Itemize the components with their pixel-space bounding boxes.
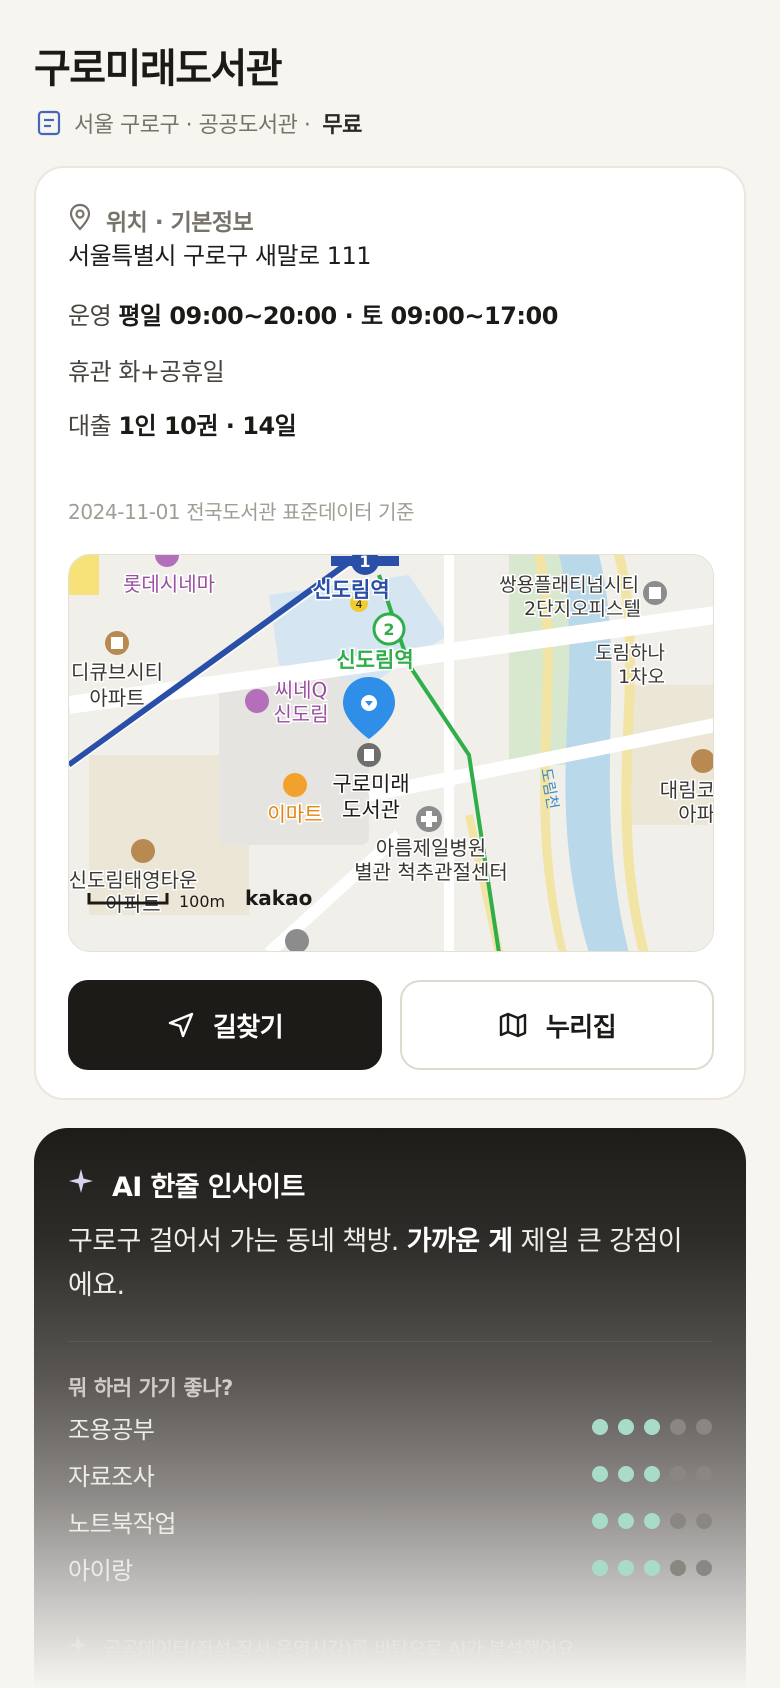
map-label-hospital-1: 아름제일병원 bbox=[376, 836, 486, 860]
rating-dot-empty bbox=[696, 1513, 712, 1529]
ai-insight-title: AI 한줄 인사이트 bbox=[112, 1171, 305, 1203]
rating-dots bbox=[592, 1513, 712, 1529]
rating-dots bbox=[592, 1466, 712, 1482]
rating-dot-filled bbox=[592, 1560, 608, 1576]
rating-dot-empty bbox=[696, 1419, 712, 1435]
library-meta: 서울 구로구 · 공공도서관 · 무료 bbox=[36, 106, 362, 140]
ai-insight-summary: 구로구 걸어서 가는 동네 책방. 가까운 게 제일 큰 강점이에요. bbox=[68, 1220, 688, 1308]
map-icon bbox=[498, 1011, 528, 1039]
ai-insight-card: AI 한줄 인사이트 구로구 걸어서 가는 동네 책방. 가까운 게 제일 큰 … bbox=[34, 1128, 746, 1688]
rating-dot-empty bbox=[670, 1560, 686, 1576]
hours-label: 운영 bbox=[68, 302, 112, 330]
rating-dot-filled bbox=[644, 1560, 660, 1576]
map-label-sindorim-station-2: 신도림역 bbox=[336, 648, 413, 672]
rating-dot-filled bbox=[592, 1466, 608, 1482]
map-scale-label: 100m bbox=[179, 892, 225, 911]
rating-dot-filled bbox=[618, 1419, 634, 1435]
map-label-daerim-2: 아파 bbox=[678, 802, 714, 826]
map-label-dcube-1: 디큐브시티 bbox=[71, 660, 163, 684]
rating-dot-filled bbox=[644, 1419, 660, 1435]
page-title: 구로미래도서관 bbox=[34, 46, 283, 92]
info-section-title: 위치 · 기본정보 bbox=[106, 210, 254, 236]
rating-row: 아이랑 bbox=[68, 1548, 712, 1588]
rating-dot-empty bbox=[670, 1466, 686, 1482]
info-card: 위치 · 기본정보 서울특별시 구로구 새말로 111 운영 평일 09:00~… bbox=[34, 166, 746, 1100]
closed-row: 휴관 화+공휴일 bbox=[68, 352, 225, 387]
map-label-sindorim-station-1: 신도림역 bbox=[312, 578, 389, 602]
map-label-ssangyong-1: 쌍용플래티넘시티 bbox=[499, 574, 639, 596]
rating-label: 조용공부 bbox=[68, 1415, 155, 1444]
ai-summary-bold: 가까운 게 bbox=[406, 1226, 513, 1257]
rating-dot-empty bbox=[670, 1419, 686, 1435]
route-button-label: 길찾기 bbox=[212, 1012, 284, 1043]
loan-value: 1인 10권 · 14일 bbox=[118, 412, 297, 440]
map-label-dcube-2: 아파트 bbox=[89, 686, 144, 710]
hours-value: 평일 09:00~20:00 · 토 09:00~17:00 bbox=[118, 302, 558, 330]
data-source-text: 2024-11-01 전국도서관 표준데이터 기준 bbox=[68, 500, 415, 524]
address-value: 서울특별시 구로구 새말로 111 bbox=[68, 242, 372, 270]
ai-footnote-text: 공공데이터(좌석·장서·운영시간)를 바탕으로 AI가 분석했어요 bbox=[104, 1637, 574, 1660]
map-label-cineq-1: 씨네Q bbox=[275, 678, 328, 702]
map-label-dorim-hana-1: 도림하나 bbox=[595, 642, 665, 664]
meta-text: 서울 구로구 · 공공도서관 · bbox=[74, 113, 311, 138]
rating-dot-filled bbox=[644, 1466, 660, 1482]
map-label-cineq-2: 신도림 bbox=[273, 702, 328, 726]
rating-label: 자료조사 bbox=[68, 1462, 155, 1491]
map-label-emart: 이마트 bbox=[267, 802, 322, 826]
rating-label: 아이랑 bbox=[68, 1556, 133, 1585]
loan-row: 대출 1인 10권 · 14일 bbox=[68, 406, 297, 441]
closed-value: 화+공휴일 bbox=[118, 358, 225, 386]
rating-dot-filled bbox=[644, 1513, 660, 1529]
ai-footnote: 공공데이터(좌석·장서·운영시간)를 바탕으로 AI가 분석했어요 bbox=[68, 1632, 574, 1662]
map-provider-logo: kakao bbox=[245, 886, 312, 910]
map-label-library-2: 도서관 bbox=[342, 798, 400, 822]
sparkle-icon bbox=[68, 1635, 88, 1660]
map-label-dorim-hana-2: 1차오 bbox=[618, 666, 665, 688]
rating-dot-filled bbox=[618, 1466, 634, 1482]
map-label-ssangyong-2: 2단지오피스텔 bbox=[524, 598, 641, 620]
route-button[interactable]: 길찾기 bbox=[68, 980, 382, 1070]
rating-dot-filled bbox=[618, 1513, 634, 1529]
fee-text: 무료 bbox=[322, 113, 362, 138]
navigation-arrow-icon bbox=[167, 1011, 195, 1039]
rating-row: 조용공부 bbox=[68, 1407, 712, 1447]
map-label-daerim-1: 대림코 bbox=[660, 778, 714, 802]
rating-row: 노트북작업 bbox=[68, 1501, 712, 1541]
rating-dot-filled bbox=[592, 1419, 608, 1435]
website-button-label: 누리집 bbox=[545, 1012, 617, 1043]
website-button[interactable]: 누리집 bbox=[400, 980, 714, 1070]
map-label-taeyoung-1: 신도림태영타운 bbox=[69, 868, 197, 892]
divider bbox=[68, 1341, 712, 1342]
rating-dot-empty bbox=[696, 1466, 712, 1482]
rating-row: 자료조사 bbox=[68, 1454, 712, 1494]
location-pin-icon bbox=[68, 203, 92, 237]
map-label-library-1: 구로미래 bbox=[332, 772, 409, 796]
line1-badge: 1 bbox=[359, 555, 370, 571]
map-label-hospital-2: 별관 척추관절센터 bbox=[354, 860, 508, 884]
loan-label: 대출 bbox=[68, 412, 112, 440]
line2-badge: 2 bbox=[383, 620, 394, 639]
map-label-lotte-cinema: 롯데시네마 bbox=[123, 572, 215, 596]
info-section-header: 위치 · 기본정보 bbox=[68, 200, 254, 240]
ai-question: 뭐 하러 가기 좋나? bbox=[68, 1376, 233, 1400]
rating-dots bbox=[592, 1419, 712, 1435]
ai-insight-header: AI 한줄 인사이트 bbox=[68, 1162, 305, 1206]
rating-dot-empty bbox=[670, 1513, 686, 1529]
sparkle-icon bbox=[68, 1168, 94, 1201]
rating-label: 노트북작업 bbox=[68, 1509, 176, 1538]
rating-dot-filled bbox=[618, 1560, 634, 1576]
location-map[interactable]: 1 2 4 신도림역 신도림역 롯데시네마 쌍용플래티넘시티 2단지오피스텔 도… bbox=[68, 554, 714, 952]
rating-dot-filled bbox=[592, 1513, 608, 1529]
address-text: 서울특별시 구로구 새말로 111 bbox=[68, 236, 372, 271]
document-icon bbox=[36, 110, 62, 136]
ai-summary-pre: 구로구 걸어서 가는 동네 책방. bbox=[68, 1226, 407, 1257]
closed-label: 휴관 bbox=[68, 358, 112, 386]
rating-dot-empty bbox=[696, 1560, 712, 1576]
hours-row: 운영 평일 09:00~20:00 · 토 09:00~17:00 bbox=[68, 296, 558, 331]
rating-dots bbox=[592, 1560, 712, 1576]
